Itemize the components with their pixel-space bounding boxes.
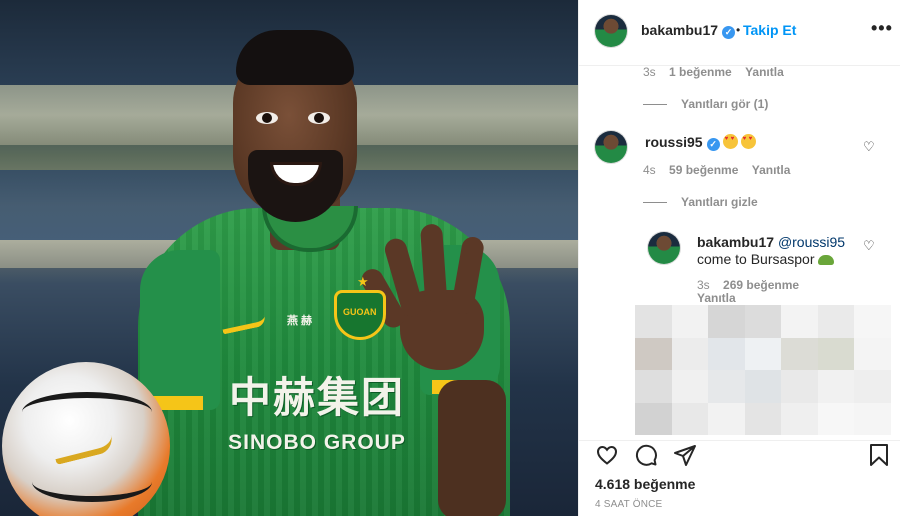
sponsor-chinese: 中赫集团 bbox=[228, 374, 405, 421]
comment-time: 4s bbox=[643, 163, 656, 177]
blur-cell bbox=[744, 337, 782, 370]
blur-cell bbox=[781, 402, 818, 435]
header-separator: • bbox=[736, 23, 741, 37]
crest-text: GUOAN bbox=[343, 307, 377, 317]
blur-cell bbox=[781, 305, 818, 338]
reply-button[interactable]: Yanıtla bbox=[745, 65, 784, 79]
hide-replies-label: Yanıtları gizle bbox=[681, 195, 758, 209]
reply-meta: 3s 269 beğenme Yanıtla bbox=[697, 279, 827, 305]
sponsor-english: SINOBO GROUP bbox=[228, 431, 406, 454]
blur-cell bbox=[744, 402, 782, 435]
follow-button[interactable]: Takip Et bbox=[743, 22, 796, 38]
comment-meta: 4s 59 beğenme Yanıtla bbox=[643, 163, 790, 177]
ball-swoosh bbox=[52, 434, 116, 466]
blur-cell bbox=[708, 370, 745, 403]
blur-cell bbox=[817, 305, 855, 338]
comment-meta: 3s 1 beğenme Yanıtla bbox=[643, 65, 784, 79]
blur-cell bbox=[854, 370, 891, 403]
view-replies-label: Yanıtları gör (1) bbox=[681, 97, 769, 111]
blur-cell bbox=[817, 337, 855, 370]
blur-cell bbox=[781, 337, 818, 370]
blur-cell bbox=[671, 402, 709, 435]
reply-like-heart-icon[interactable]: ♡ bbox=[863, 238, 875, 254]
verified-badge-icon: ✓ bbox=[706, 138, 720, 151]
heart-icon[interactable] bbox=[595, 443, 619, 467]
comment-likes[interactable]: 1 beğenme bbox=[669, 65, 732, 79]
player-eye-right bbox=[308, 112, 330, 124]
jersey-patch: 燕 赫 bbox=[287, 315, 313, 327]
avatar[interactable] bbox=[595, 131, 627, 163]
player-eye-left bbox=[256, 112, 278, 124]
blur-cell bbox=[671, 305, 709, 338]
reply-button[interactable]: Yanıtla bbox=[752, 163, 791, 177]
blur-cell bbox=[744, 370, 782, 403]
mention-link[interactable]: @roussi95 bbox=[778, 234, 845, 250]
blur-cell bbox=[635, 337, 672, 370]
jersey-sponsor: 中赫集团 SINOBO GROUP bbox=[212, 364, 422, 455]
reply-body: come to Bursaspor bbox=[697, 251, 815, 267]
blur-cell bbox=[671, 337, 709, 370]
blur-cell bbox=[708, 402, 745, 435]
crest-star-icon: ★ bbox=[357, 274, 369, 289]
post-likes-count[interactable]: 4.618 beğenme bbox=[595, 476, 695, 492]
turtle-emoji-icon bbox=[817, 255, 834, 265]
bookmark-icon[interactable] bbox=[867, 443, 891, 467]
action-bar bbox=[579, 440, 900, 470]
blur-cell bbox=[854, 402, 891, 435]
post-side-panel: bakambu17 ✓ • Takip Et ••• 3s 1 beğenme Y… bbox=[578, 0, 900, 516]
comment-username[interactable]: roussi95 bbox=[645, 134, 703, 150]
blur-cell bbox=[671, 370, 709, 403]
club-crest: GUOAN bbox=[334, 290, 386, 340]
reply-button[interactable]: Yanıtla bbox=[697, 292, 827, 305]
reply-time: 3s bbox=[697, 278, 710, 292]
heart-eyes-emoji-icon bbox=[722, 134, 738, 149]
blur-cell bbox=[708, 337, 745, 370]
heart-eyes-emoji-icon bbox=[740, 134, 756, 149]
blur-cell bbox=[854, 337, 891, 370]
post-timestamp[interactable]: 4 SAAT ÖNCE bbox=[595, 499, 662, 510]
football bbox=[2, 362, 170, 516]
blur-cell bbox=[744, 305, 782, 338]
blur-cell bbox=[817, 402, 855, 435]
post-photo[interactable]: ★ GUOAN 燕 赫 中赫集团 SINOBO GROUP bbox=[0, 0, 578, 516]
reply-likes[interactable]: 269 beğenme bbox=[723, 278, 799, 292]
share-icon[interactable] bbox=[673, 443, 697, 467]
reply-header: bakambu17 @roussi95 bbox=[697, 234, 845, 250]
blur-cell bbox=[708, 305, 745, 338]
replies-line bbox=[643, 202, 667, 204]
avatar[interactable] bbox=[648, 232, 680, 264]
view-replies-button[interactable]: Yanıtları gör (1) bbox=[643, 97, 768, 111]
blurred-region bbox=[635, 305, 891, 435]
ball-pattern bbox=[22, 392, 152, 432]
more-icon[interactable]: ••• bbox=[871, 18, 893, 39]
blur-cell bbox=[781, 370, 818, 403]
username[interactable]: bakambu17 bbox=[641, 22, 718, 38]
post-author[interactable]: bakambu17 ✓ bbox=[641, 22, 736, 39]
comment-likes[interactable]: 59 beğenme bbox=[669, 163, 738, 177]
comment: roussi95 ✓ bbox=[645, 134, 756, 151]
comment-time: 3s bbox=[643, 65, 656, 79]
post-header: bakambu17 ✓ • Takip Et ••• bbox=[579, 0, 900, 66]
blur-cell bbox=[854, 305, 891, 338]
player-arm bbox=[438, 380, 506, 516]
replies-line bbox=[643, 104, 667, 106]
blur-cell bbox=[635, 370, 672, 403]
ball-pattern bbox=[32, 462, 152, 502]
blur-cell bbox=[635, 402, 672, 435]
comment-icon[interactable] bbox=[634, 443, 658, 467]
reply-text: come to Bursaspor bbox=[697, 251, 834, 267]
blur-cell bbox=[635, 305, 672, 338]
player-sleeve-left bbox=[140, 250, 220, 410]
avatar[interactable] bbox=[595, 15, 627, 47]
player-hair bbox=[236, 30, 354, 85]
verified-badge-icon: ✓ bbox=[722, 26, 736, 39]
hide-replies-button[interactable]: Yanıtları gizle bbox=[643, 195, 758, 209]
blur-cell bbox=[817, 370, 855, 403]
comment-like-heart-icon[interactable]: ♡ bbox=[863, 139, 875, 155]
reply-username[interactable]: bakambu17 bbox=[697, 234, 774, 250]
